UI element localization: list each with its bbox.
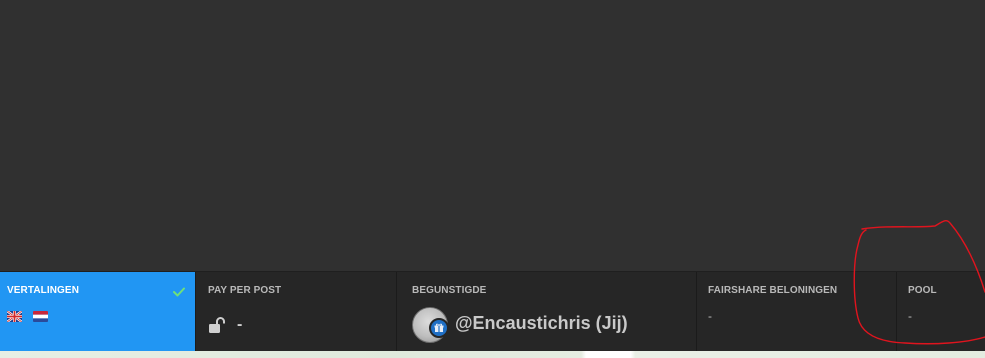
fairshare-rewards-label: FAIRSHARE BELONINGEN	[708, 285, 838, 296]
pay-per-post-value: -	[237, 316, 243, 333]
translations-label: VERTALINGEN	[7, 285, 80, 296]
fairshare-rewards-value: -	[708, 309, 712, 323]
nl-flag-icon[interactable]	[33, 311, 48, 322]
pool-label: POOL	[908, 285, 937, 296]
content-area	[0, 0, 985, 271]
pay-per-post-panel: PAY PER POST -	[196, 272, 397, 352]
uk-flag-icon[interactable]	[7, 311, 22, 322]
beneficiary-name[interactable]: @Encaustichris (Jij)	[455, 313, 628, 334]
pool-value: -	[908, 309, 912, 323]
beneficiary-label: BEGUNSTIGDE	[412, 285, 487, 296]
check-icon	[173, 287, 185, 297]
page: VERTALINGEN PAY PER POST - BEGUNSTIGDE @…	[0, 0, 985, 358]
pool-panel: POOL -	[897, 272, 985, 352]
pay-per-post-label: PAY PER POST	[208, 285, 282, 296]
unlock-icon	[209, 317, 225, 333]
page-bottom-strip	[0, 351, 985, 358]
fairshare-rewards-panel: FAIRSHARE BELONINGEN -	[697, 272, 897, 352]
gift-badge-icon	[429, 318, 449, 338]
post-info-bar: VERTALINGEN PAY PER POST - BEGUNSTIGDE @…	[0, 271, 985, 352]
translations-panel[interactable]: VERTALINGEN	[0, 272, 196, 352]
beneficiary-panel: BEGUNSTIGDE @Encaustichris (Jij)	[397, 272, 697, 352]
